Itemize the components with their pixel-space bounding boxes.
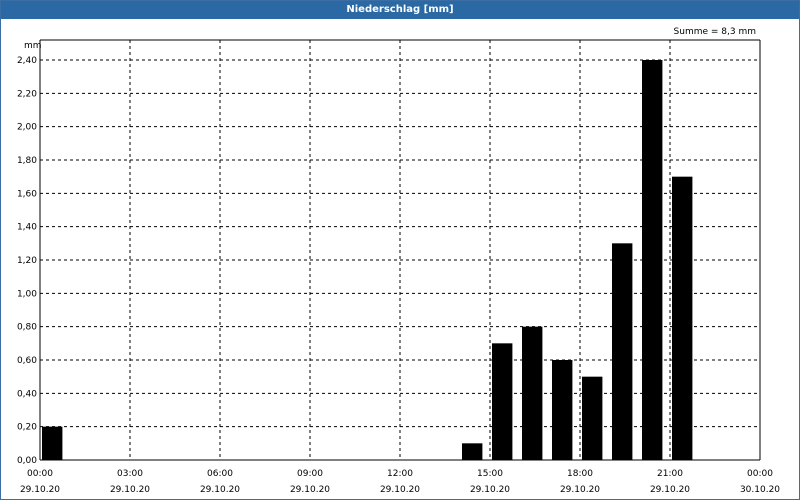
y-tick-label: 0,80 xyxy=(17,323,37,333)
bar xyxy=(642,60,663,460)
bar xyxy=(462,443,483,460)
y-axis-label: mm xyxy=(24,41,42,51)
y-tick-label: 2,00 xyxy=(17,123,37,133)
x-tick-time: 06:00 xyxy=(207,469,233,479)
y-tick-label: 1,00 xyxy=(17,289,37,299)
bar xyxy=(612,243,633,460)
x-tick-date: 30.10.20 xyxy=(740,485,780,495)
y-tick-label: 0,40 xyxy=(17,389,37,399)
bar xyxy=(552,360,573,460)
x-tick-time: 00:00 xyxy=(27,469,53,479)
x-tick-time: 15:00 xyxy=(477,469,503,479)
x-tick-labels: 00:00 29.10.20 03:00 29.10.20 06:00 29.10.20 0… xyxy=(20,469,780,495)
y-tick-label: 0,60 xyxy=(17,356,37,366)
y-tick-label: 1,60 xyxy=(17,189,37,199)
x-tick-date: 29.10.20 xyxy=(290,485,330,495)
x-tick-date: 29.10.20 xyxy=(200,485,240,495)
y-tick-labels: 0,00 0,20 0,40 0,60 0,80 1,00 1,20 1,40 1,60 1,80… xyxy=(17,56,37,466)
x-tick-date: 29.10.20 xyxy=(560,485,600,495)
x-tick-time: 12:00 xyxy=(387,469,413,479)
x-tick-time: 21:00 xyxy=(657,469,683,479)
y-tick-label: 0,20 xyxy=(17,423,37,433)
precipitation-chart: 0,00 0,20 0,40 0,60 0,80 1,00 1,20 1,40 1,60 1,80… xyxy=(17,27,780,495)
y-tick-label: 0,00 xyxy=(17,456,37,466)
x-tick-date: 29.10.20 xyxy=(20,485,60,495)
bar xyxy=(582,376,603,460)
y-tick-label: 1,20 xyxy=(17,256,37,266)
x-tick-time: 00:00 xyxy=(747,469,773,479)
bar xyxy=(522,326,543,460)
y-tick-label: 1,80 xyxy=(17,156,37,166)
x-tick-time: 03:00 xyxy=(117,469,143,479)
bar xyxy=(672,176,693,460)
x-tick-time: 09:00 xyxy=(297,469,323,479)
x-tick-date: 29.10.20 xyxy=(650,485,690,495)
y-tick-label: 2,20 xyxy=(17,89,37,99)
sum-label: Summe = 8,3 mm xyxy=(674,27,756,37)
bar xyxy=(492,343,513,460)
y-tick-label: 2,40 xyxy=(17,56,37,66)
x-tick-time: 18:00 xyxy=(567,469,593,479)
x-tick-date: 29.10.20 xyxy=(380,485,420,495)
x-tick-date: 29.10.20 xyxy=(470,485,510,495)
x-tick-date: 29.10.20 xyxy=(110,485,150,495)
y-tick-label: 1,40 xyxy=(17,223,37,233)
bar xyxy=(42,426,63,460)
